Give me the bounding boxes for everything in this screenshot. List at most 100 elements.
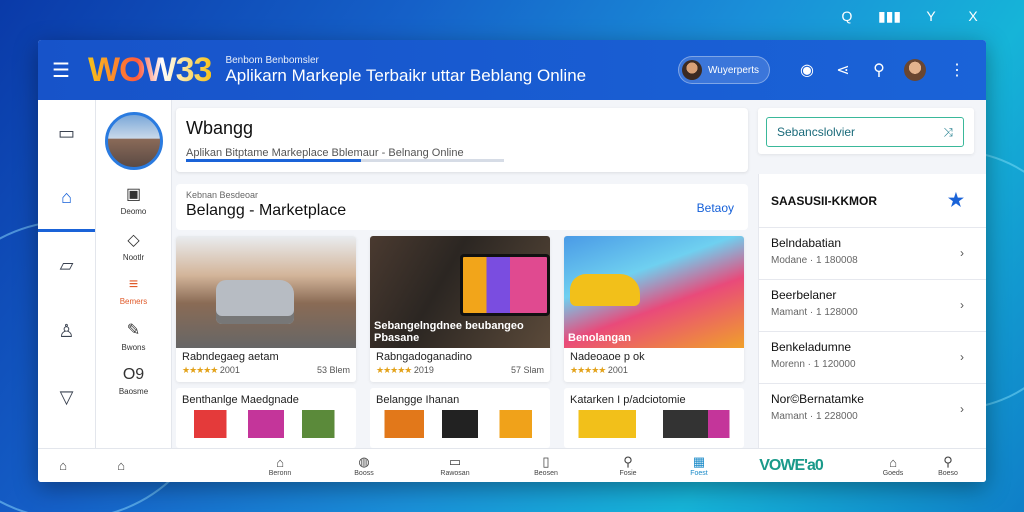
- tray-icon: Q: [841, 8, 853, 24]
- bottom-nav-item[interactable]: ◍ Booss: [336, 454, 392, 477]
- product-image: [176, 236, 356, 348]
- more-icon[interactable]: ⋮: [942, 60, 972, 80]
- list-item[interactable]: Nor©Bernatamke Mamant · 1 228000 ›: [759, 384, 986, 436]
- star-rating-icon: ★★★★★: [570, 365, 606, 375]
- right-column: Sebancslolvier ⤨ SAASUSII-KKMOR ★ Belnda…: [758, 100, 986, 456]
- list-icon: ≡: [128, 276, 139, 293]
- calendar-icon: ▦: [692, 454, 706, 469]
- header-title: Aplikarn Markeple Terbaikr uttar Beblang…: [225, 65, 587, 85]
- bottom-logo: VOWE'a0: [759, 456, 823, 474]
- notification-icon[interactable]: ◉: [792, 60, 822, 80]
- product-name: Belangge Ihanan: [376, 394, 460, 406]
- app-window: ☰ WOW33 Benbom Benbomsler Aplikarn Marke…: [38, 40, 986, 482]
- profile-avatar[interactable]: [904, 59, 926, 81]
- star-rating-icon: ★★★★★: [376, 365, 412, 375]
- chevron-right-icon: ›: [960, 350, 964, 364]
- app-logo: WOW33: [88, 50, 212, 89]
- home-icon: ⌂: [276, 454, 284, 470]
- rail-filter-icon[interactable]: ▽: [38, 364, 95, 430]
- panel-header: SAASUSII-KKMOR ★: [759, 174, 986, 228]
- rail-chat-icon[interactable]: ▱: [38, 232, 95, 298]
- hamburger-menu-icon[interactable]: ☰: [52, 58, 72, 83]
- product-card[interactable]: Katarken I p/adciotomie: [564, 388, 744, 448]
- tray-icon: X: [968, 8, 978, 24]
- product-grid-2: Benthanlge Maedgnade Belangge Ihanan Kat…: [176, 388, 752, 448]
- product-image: Sebangelngdnee beubangeo Pbasane: [370, 236, 550, 348]
- list-item[interactable]: Belndabatian Modane · 1 180008 ›: [759, 228, 986, 280]
- star-rating-icon: ★★★★★: [182, 365, 218, 375]
- box-icon: ▭: [448, 454, 462, 469]
- section-link[interactable]: Betaoy: [697, 201, 734, 215]
- bottom-nav-item[interactable]: ⌂ Goeds: [866, 455, 920, 477]
- bell-icon: ⌂: [889, 454, 897, 470]
- user-chip[interactable]: Wuyerperts: [678, 56, 770, 84]
- bottom-nav-item[interactable]: ⚲ Fosie: [574, 454, 682, 477]
- bottom-nav-item[interactable]: ⌂ Beronn: [224, 455, 336, 477]
- secondary-nav: ▣ Deomo ◇ Nootlr ≡ Bemers ✎ Bwons O9 Bao…: [96, 100, 172, 448]
- search-icon[interactable]: ⚲: [864, 60, 894, 80]
- product-image: [564, 410, 744, 438]
- chevron-right-icon: ›: [960, 402, 964, 416]
- pin-icon: ⚲: [623, 454, 633, 469]
- shuffle-icon[interactable]: ⤨: [943, 125, 953, 140]
- progress-bar: [186, 159, 504, 162]
- store-avatar[interactable]: [104, 112, 163, 170]
- search-input[interactable]: Sebancslolvier ⤨: [766, 117, 964, 147]
- user-chip-label: Wuyerperts: [708, 64, 759, 76]
- chevron-right-icon: ›: [960, 246, 964, 260]
- store-subtitle: Aplikan Bitptame Markeplace Bblemaur - B…: [186, 147, 464, 159]
- book-icon: ▯: [542, 454, 550, 469]
- product-name: Benthanlge Maedgnade: [182, 394, 299, 406]
- signal-icon: ▮▮▮: [878, 8, 902, 24]
- tag-icon: ◇: [127, 232, 140, 249]
- product-card[interactable]: Rabndegaeg aetam ★★★★★ 2001 53 Blem: [176, 236, 356, 382]
- share-icon[interactable]: ⋖: [828, 60, 858, 80]
- section-header: Kebnan Besdeoar Belangg - Marketplace Be…: [176, 184, 748, 230]
- nav-item[interactable]: ◇ Nootlr: [96, 230, 171, 262]
- product-image: [370, 410, 550, 438]
- nav-item[interactable]: ≡ Bemers: [96, 276, 171, 306]
- profile-icon: ⚲: [943, 454, 953, 469]
- star-icon[interactable]: ★: [948, 190, 964, 211]
- product-image: Benolangan: [564, 236, 744, 348]
- list-item[interactable]: Benkeladumne Morenn · 1 120000 ›: [759, 332, 986, 384]
- product-card[interactable]: Benolangan Nadeoaoe p ok ★★★★★ 2001: [564, 236, 744, 382]
- rail-home-icon[interactable]: ⌂: [38, 166, 95, 232]
- product-card[interactable]: Sebangelngdnee beubangeo Pbasane Rabngad…: [370, 236, 550, 382]
- bottom-home-icon[interactable]: ⌂: [38, 458, 88, 473]
- product-card[interactable]: Benthanlge Maedgnade: [176, 388, 356, 448]
- avatar: [682, 60, 703, 80]
- product-image: [176, 410, 356, 438]
- product-name: Rabngadoganadino: [376, 351, 473, 363]
- box-icon: ▣: [125, 186, 142, 203]
- header-card: Wbangg Aplikan Bitptame Markeplace Bblem…: [176, 108, 748, 172]
- bottom-home-outline-icon[interactable]: ⌂: [88, 458, 154, 473]
- product-name: Rabndegaeg aetam: [182, 351, 279, 363]
- shop-icon: ◍: [358, 454, 370, 469]
- product-name: Nadeoaoe p ok: [570, 351, 645, 363]
- chevron-right-icon: ›: [960, 298, 964, 312]
- header-subtitle: Benbom Benbomsler: [225, 54, 319, 66]
- rail-menu-icon[interactable]: ▭: [38, 100, 95, 166]
- list-item[interactable]: Beerbelaner Mamant · 1 128000 ›: [759, 280, 986, 332]
- rail-user-icon[interactable]: ♙: [38, 298, 95, 364]
- bottom-nav-item[interactable]: ⚲ Boeso: [920, 454, 976, 477]
- main-content: Wbangg Aplikan Bitptame Markeplace Bblem…: [172, 100, 752, 448]
- nav-item[interactable]: ✎ Bwons: [96, 320, 171, 352]
- section-title: Belangg - Marketplace: [186, 202, 347, 219]
- bottom-nav-item[interactable]: ▯ Beosen: [518, 454, 574, 477]
- tray-icon: Y: [926, 8, 936, 24]
- product-grid: Rabndegaeg aetam ★★★★★ 2001 53 Blem Seban…: [176, 236, 752, 382]
- product-card[interactable]: Belangge Ihanan: [370, 388, 550, 448]
- bottom-nav: ⌂ ⌂ ⌂ Beronn ◍ Booss ▭ Rawosan ▯ Beosen ⚲ Fos…: [38, 448, 986, 482]
- icon-rail: ▭ ⌂ ▱ ♙ ▽: [38, 100, 96, 448]
- nav-item[interactable]: ▣ Deomo: [96, 184, 171, 216]
- bottom-nav-item[interactable]: ▦ Foest: [682, 454, 716, 477]
- store-title: Wbangg: [186, 118, 254, 138]
- bottom-nav-item[interactable]: ▭ Rawosan: [392, 454, 518, 477]
- product-name: Katarken I p/adciotomie: [570, 394, 686, 406]
- edit-icon: ✎: [126, 322, 141, 339]
- nav-item[interactable]: O9 Baosme: [96, 366, 171, 396]
- top-bar: ☰ WOW33 Benbom Benbomsler Aplikarn Marke…: [38, 40, 986, 100]
- side-panel: SAASUSII-KKMOR ★ Belndabatian Modane · 1…: [758, 174, 986, 456]
